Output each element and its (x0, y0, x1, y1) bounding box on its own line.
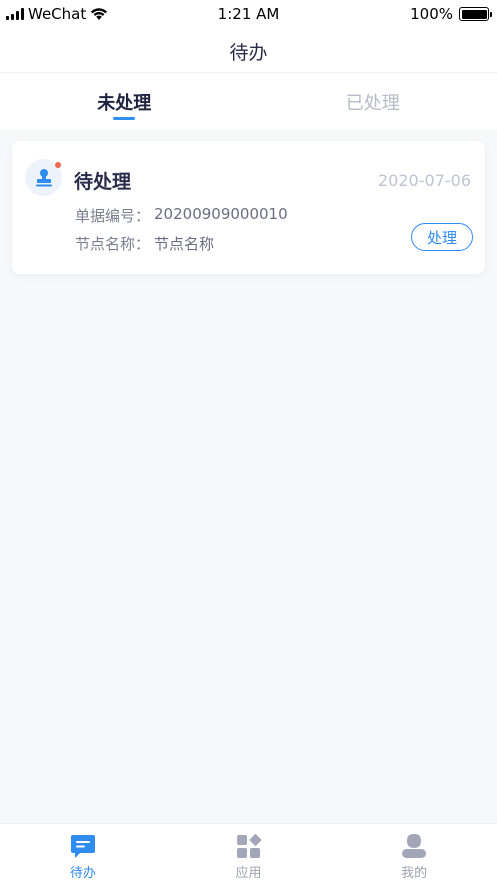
node-name-label: 节点名称： (75, 235, 151, 253)
tabbar-item-apps[interactable]: 应用 (166, 824, 332, 883)
doc-number-value: 20200909000010 (154, 205, 288, 223)
doc-number-row: 单据编号： 20200909000010 (75, 205, 288, 226)
avatar (25, 159, 62, 196)
active-tab-indicator (113, 117, 136, 120)
tab-label: 未处理 (97, 92, 152, 114)
node-name-value: 节点名称 (154, 235, 215, 253)
doc-number-label: 单据编号： (75, 207, 151, 225)
battery-icon (459, 7, 492, 21)
status-right: 100% (410, 5, 492, 23)
tabbar-item-todo[interactable]: 待办 (0, 824, 166, 883)
tab-processed[interactable]: 已处理 (249, 73, 497, 130)
tab-unprocessed[interactable]: 未处理 (0, 73, 249, 130)
process-button[interactable]: 处理 (411, 223, 473, 251)
tabbar-item-profile[interactable]: 我的 (331, 824, 497, 883)
task-card[interactable]: 待处理 2020-07-06 单据编号： 20200909000010 节点名称… (12, 141, 485, 274)
profile-icon (402, 834, 427, 858)
card-date: 2020-07-06 (378, 171, 471, 190)
status-tabs: 未处理 已处理 (0, 72, 497, 130)
tabbar-label: 我的 (401, 866, 428, 881)
stamp-icon (35, 168, 52, 186)
status-bar: WeChat 1:21 AM 100% (0, 0, 497, 30)
node-name-row: 节点名称： 节点名称 (75, 233, 214, 254)
apps-icon (236, 834, 261, 858)
tabbar-label: 待办 (69, 866, 96, 881)
tabbar-label: 应用 (235, 866, 262, 881)
navigation-bar: 待办 (0, 30, 497, 72)
bottom-tab-bar: 待办 应用 我的 (0, 823, 497, 883)
unread-dot (55, 162, 61, 168)
battery-percent: 100% (410, 5, 453, 23)
tab-label: 已处理 (345, 92, 400, 114)
todo-icon (70, 835, 95, 858)
page-title: 待办 (229, 41, 268, 64)
card-title: 待处理 (74, 171, 132, 193)
